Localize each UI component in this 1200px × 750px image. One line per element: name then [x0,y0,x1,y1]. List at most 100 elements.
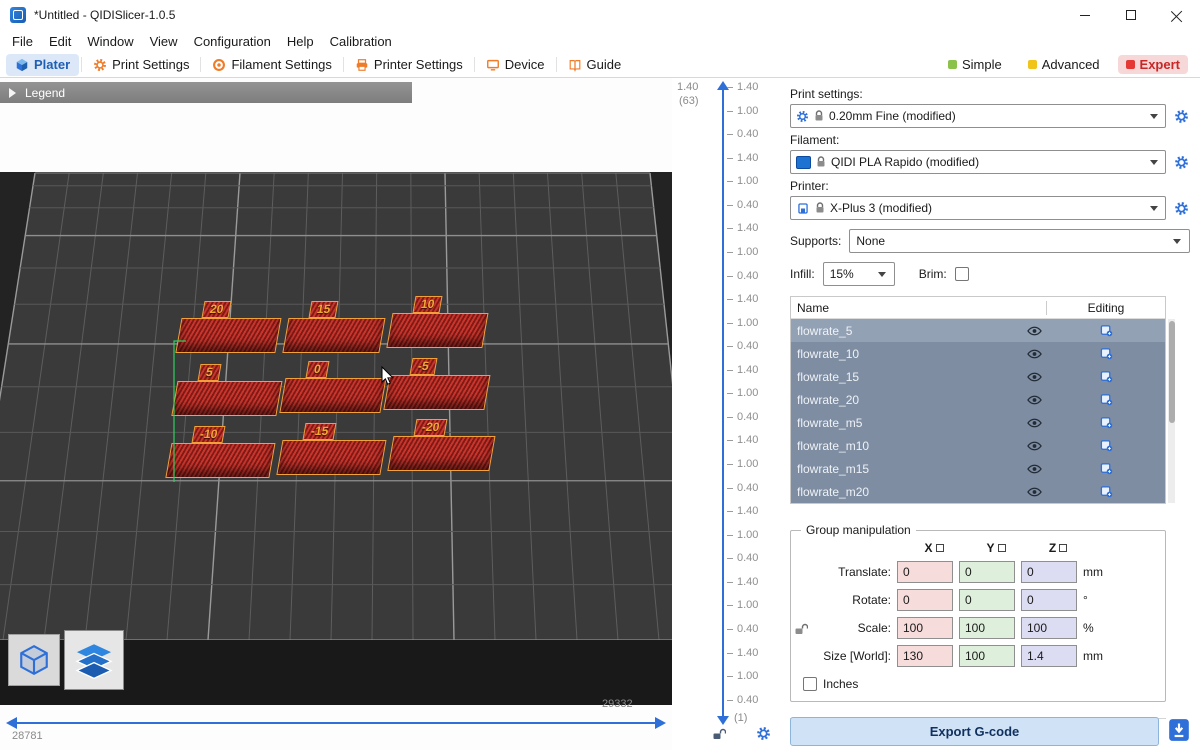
model-object[interactable]: 20 [175,300,284,353]
close-button[interactable] [1154,0,1200,30]
object-row[interactable]: flowrate_20 [791,388,1165,411]
object-body[interactable] [383,375,490,410]
translate-x-input[interactable]: 0 [897,561,953,583]
model-object[interactable]: 0 [279,360,389,413]
view-preview-layers-button[interactable] [64,630,124,690]
legend-bar[interactable]: Legend [0,82,412,103]
export-gcode-button[interactable]: Export G-code [790,717,1159,746]
mode-simple[interactable]: Simple [940,55,1010,74]
tab-plater[interactable]: Plater [6,54,79,76]
object-body[interactable] [276,440,386,475]
edit-settings-icon[interactable] [1047,347,1165,360]
edit-settings-icon[interactable] [1047,439,1165,452]
hslider-right-arrow-icon[interactable] [655,717,666,729]
tab-print-settings[interactable]: Print Settings [84,54,198,76]
object-row[interactable]: flowrate_m15 [791,457,1165,480]
visibility-eye-icon[interactable] [1021,349,1047,359]
rotate-x-input[interactable]: 0 [897,589,953,611]
object-row[interactable]: flowrate_15 [791,365,1165,388]
view-3d-editor-button[interactable] [8,634,60,686]
tab-guide[interactable]: Guide [559,54,631,76]
scrollbar-thumb[interactable] [1169,321,1175,423]
object-list-scrollbar[interactable] [1168,319,1175,503]
filament-combo[interactable]: QIDI PLA Rapido (modified) [790,150,1166,174]
object-row[interactable]: flowrate_m20 [791,480,1165,503]
minimize-button[interactable] [1062,0,1108,30]
tab-device[interactable]: Device [477,54,554,76]
brim-checkbox[interactable] [955,267,969,281]
visibility-eye-icon[interactable] [1021,372,1047,382]
vslider-down-arrow-icon[interactable] [717,716,729,725]
translate-y-input[interactable]: 0 [959,561,1015,583]
object-row[interactable]: flowrate_5 [791,319,1165,342]
object-body[interactable] [282,318,385,353]
supports-combo[interactable]: None [849,229,1190,253]
inches-checkbox[interactable] [803,677,817,691]
legend-collapse-icon[interactable] [9,88,16,98]
mode-expert[interactable]: Expert [1118,55,1188,74]
menu-help[interactable]: Help [279,32,322,51]
object-body[interactable] [175,318,281,353]
size-y-input[interactable]: 100 [959,645,1015,667]
gcode-move-slider[interactable] [0,712,672,738]
visibility-eye-icon[interactable] [1021,487,1047,497]
edit-settings-icon[interactable] [1047,462,1165,475]
edit-printer-gear-icon[interactable] [1172,201,1190,216]
object-body[interactable] [165,443,275,478]
3d-viewport[interactable]: Legend 20 15 10 5 0 -5 -10 -15 -20 28781 [0,78,672,750]
scale-y-input[interactable]: 100 [959,617,1015,639]
object-body[interactable] [279,378,386,413]
menu-view[interactable]: View [142,32,186,51]
model-object[interactable]: 5 [171,363,285,416]
scale-x-input[interactable]: 100 [897,617,953,639]
mode-advanced[interactable]: Advanced [1020,55,1108,74]
edit-settings-icon[interactable] [1047,485,1165,498]
menu-file[interactable]: File [4,32,41,51]
menu-configuration[interactable]: Configuration [186,32,279,51]
model-object[interactable]: -15 [276,422,389,475]
translate-z-input[interactable]: 0 [1021,561,1077,583]
menu-calibration[interactable]: Calibration [322,32,400,51]
model-object[interactable]: -5 [383,357,493,410]
edit-settings-icon[interactable] [1047,324,1165,337]
object-row[interactable]: flowrate_m5 [791,411,1165,434]
hslider-left-arrow-icon[interactable] [6,717,17,729]
visibility-eye-icon[interactable] [1021,326,1047,336]
edit-settings-icon[interactable] [1047,393,1165,406]
size-x-input[interactable]: 130 [897,645,953,667]
edit-filament-gear-icon[interactable] [1172,155,1190,170]
edit-settings-icon[interactable] [1047,416,1165,429]
model-object[interactable]: 15 [282,300,388,353]
scale-z-input[interactable]: 100 [1021,617,1077,639]
visibility-eye-icon[interactable] [1021,395,1047,405]
rotate-y-input[interactable]: 0 [959,589,1015,611]
print-settings-combo[interactable]: 0.20mm Fine (modified) [790,104,1166,128]
edit-settings-icon[interactable] [1047,370,1165,383]
printer-combo[interactable]: X-Plus 3 (modified) [790,196,1166,220]
tab-printer-settings[interactable]: Printer Settings [346,54,472,76]
menu-window[interactable]: Window [79,32,141,51]
model-object[interactable]: 10 [386,295,491,348]
size-z-input[interactable]: 1.4 [1021,645,1077,667]
object-row[interactable]: flowrate_10 [791,342,1165,365]
slider-lock-icon[interactable] [712,728,726,746]
object-row[interactable]: flowrate_m10 [791,434,1165,457]
maximize-button[interactable] [1108,0,1154,30]
object-body[interactable] [171,381,282,416]
visibility-eye-icon[interactable] [1021,464,1047,474]
menu-edit[interactable]: Edit [41,32,79,51]
slider-settings-gear-icon[interactable] [756,726,771,746]
object-body[interactable] [386,313,488,348]
rotate-z-input[interactable]: 0 [1021,589,1077,611]
model-object[interactable]: -20 [387,418,498,471]
layer-slider-track[interactable] [722,90,724,716]
object-body[interactable] [387,436,495,471]
edit-print-settings-gear-icon[interactable] [1172,109,1190,124]
send-to-printer-icon[interactable] [1168,718,1190,745]
infill-combo[interactable]: 15% [823,262,895,286]
tab-filament-settings[interactable]: Filament Settings [203,54,340,76]
uniform-scale-lock-icon[interactable] [794,623,808,639]
visibility-eye-icon[interactable] [1021,418,1047,428]
visibility-eye-icon[interactable] [1021,441,1047,451]
model-object[interactable]: -10 [165,425,278,478]
